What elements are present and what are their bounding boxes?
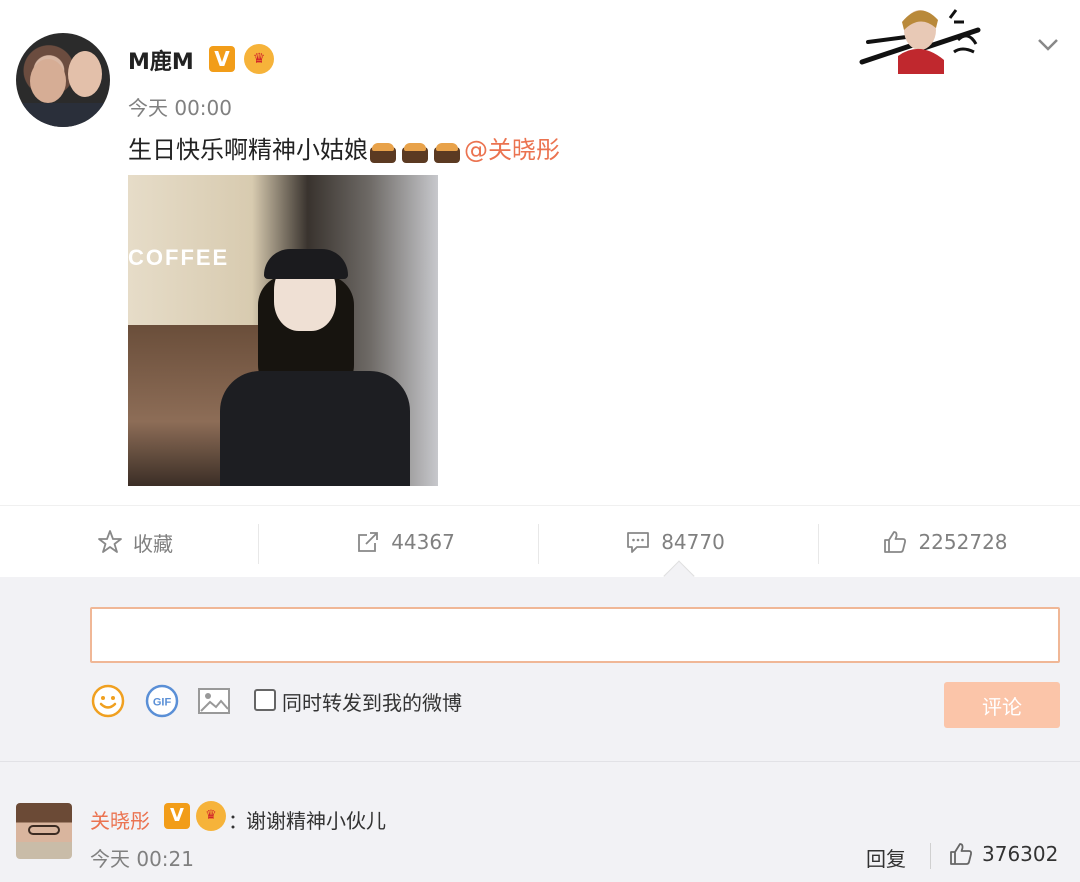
repost-checkbox-label[interactable]: 同时转发到我的微博	[282, 687, 462, 716]
reply-button[interactable]: 回复	[866, 843, 906, 872]
crown-badge-icon[interactable]: ♛	[244, 44, 274, 74]
like-count: 2252728	[918, 530, 1008, 554]
mention-link[interactable]: @关晓彤	[464, 136, 560, 164]
verified-badge[interactable]: V	[209, 46, 235, 72]
coffee-sign: COFFEE	[128, 245, 230, 270]
favorite-label: 收藏	[133, 531, 173, 556]
reply-verified-badge[interactable]: V	[164, 803, 190, 829]
repost-icon	[358, 532, 379, 552]
submit-comment-button[interactable]: 评论	[944, 682, 1060, 728]
reply-item: 关晓彤 V ♛ ： 谢谢精神小伙儿 今天 00:21 回复 376302	[0, 777, 1080, 877]
favorite-button[interactable]: 收藏	[0, 506, 270, 578]
comment-panel: GIF 同时转发到我的微博 评论 关晓彤 V ♛ ： 谢谢精神小伙儿 今天 00…	[0, 577, 1080, 882]
action-divider	[258, 524, 259, 564]
post-message: 生日快乐啊精神小姑娘	[128, 136, 368, 164]
post-time[interactable]: 今天 00:00	[128, 92, 232, 121]
comment-toolbar: GIF 同时转发到我的微博	[90, 681, 610, 721]
like-button[interactable]: 2252728	[810, 506, 1080, 578]
post-text: 生日快乐啊精神小姑娘 @关晓彤	[128, 130, 560, 165]
cake-icon	[400, 137, 430, 163]
cake-emoji-group	[368, 137, 464, 165]
chevron-down-icon[interactable]	[1034, 30, 1062, 58]
weibo-post: M鹿M V ♛ 今天 00:00 生日快乐啊精神小姑娘 @关晓彤 COFFEE	[0, 0, 1080, 505]
reply-username[interactable]: 关晓彤	[90, 805, 150, 834]
reply-text: 谢谢精神小伙儿	[246, 809, 386, 833]
comment-icon	[627, 532, 650, 553]
poster-username[interactable]: M鹿M	[128, 44, 194, 76]
gif-icon[interactable]: GIF	[144, 683, 180, 719]
comment-count: 84770	[661, 530, 725, 554]
comment-input[interactable]	[90, 607, 1060, 663]
cake-icon	[368, 137, 398, 163]
repost-count: 44367	[391, 530, 455, 554]
reply-colon: ：	[228, 809, 248, 833]
thumb-up-icon	[884, 531, 907, 553]
decoration-logo	[858, 0, 984, 74]
cake-icon	[432, 137, 462, 163]
repost-checkbox[interactable]	[254, 689, 276, 711]
thumb-up-icon	[950, 843, 972, 865]
smiley-icon[interactable]	[90, 683, 126, 719]
star-icon	[98, 530, 122, 553]
action-divider	[538, 524, 539, 564]
reply-like-button[interactable]: 376302	[948, 841, 1058, 867]
post-photo[interactable]: COFFEE	[128, 175, 438, 486]
reply-time: 今天 00:21	[90, 847, 194, 871]
action-bar: 收藏 44367 84770 2252728	[0, 505, 1080, 577]
reply-crown-badge-icon[interactable]: ♛	[196, 801, 226, 831]
gif-label: GIF	[153, 697, 172, 709]
section-divider	[0, 761, 1080, 762]
image-icon[interactable]	[196, 683, 232, 719]
repost-button[interactable]: 44367	[270, 506, 540, 578]
reply-like-count: 376302	[982, 842, 1059, 866]
reply-avatar[interactable]	[16, 803, 72, 859]
reply-divider	[930, 843, 931, 869]
poster-avatar[interactable]	[16, 33, 110, 127]
